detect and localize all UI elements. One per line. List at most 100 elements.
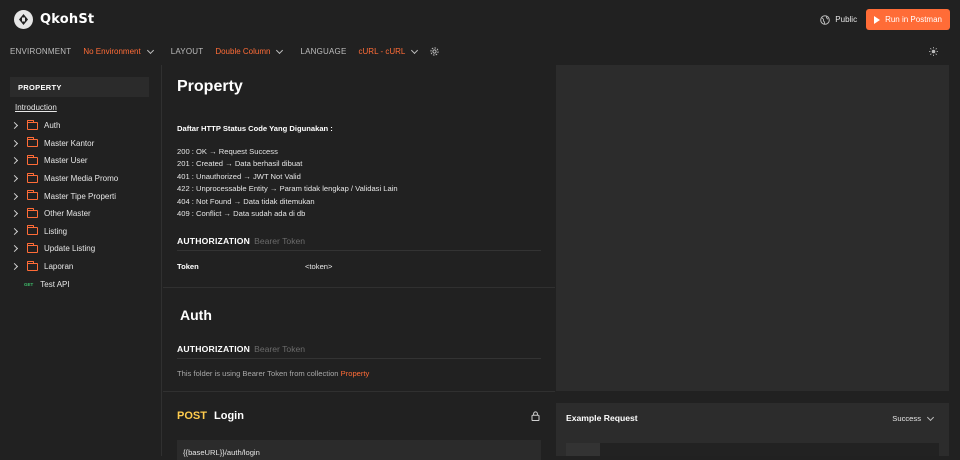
folder-authorization-header: AUTHORIZATION Bearer Token	[177, 344, 541, 359]
chevron-down-icon	[146, 46, 154, 54]
doc-toolbar: ENVIRONMENT No Environment LAYOUT Double…	[0, 38, 960, 65]
environment-value: No Environment	[83, 47, 141, 56]
main-content: Property Daftar HTTP Status Code Yang Di…	[163, 65, 555, 460]
request-name: Login	[214, 410, 244, 422]
chevron-right-icon	[10, 245, 19, 253]
sidebar-item-test-api[interactable]: GET Test API	[0, 275, 161, 293]
sidebar-folder-list: Auth Master Kantor Master User Master Media…	[0, 117, 161, 275]
folder-icon	[27, 207, 38, 218]
sidebar-folder-item[interactable]: Master Media Promo	[0, 170, 161, 188]
sidebar-item-introduction[interactable]: Introduction	[15, 103, 161, 117]
status-code-line: 401 : Unauthorized → JWT Not Valid	[177, 171, 301, 181]
chevron-down-icon	[276, 46, 284, 54]
code-language-tab[interactable]	[566, 443, 600, 456]
environment-label: ENVIRONMENT	[10, 47, 72, 56]
status-code-line: 409 : Conflict → Data sudah ada di db	[177, 209, 306, 219]
sidebar-item-label: Master Kantor	[44, 138, 95, 148]
chevron-right-icon	[10, 157, 19, 165]
example-request-title: Example Request	[566, 413, 638, 423]
sidebar-folder-item[interactable]: Auth	[0, 117, 161, 135]
folder-icon	[27, 190, 38, 201]
folder-icon	[27, 260, 38, 271]
examples-panel	[556, 65, 949, 391]
chevron-down-icon	[411, 46, 419, 54]
visibility-label: Public	[835, 15, 858, 24]
sidebar-folder-item[interactable]: Update Listing	[0, 240, 161, 258]
language-select[interactable]: cURL - cURL	[358, 46, 419, 56]
folder-icon	[27, 119, 38, 130]
sidebar-item-label: Master User	[44, 156, 88, 166]
sidebar: PROPERTY Introduction Auth Master Kantor M…	[0, 65, 162, 456]
language-label: LANGUAGE	[300, 47, 347, 56]
status-code-list: 200 : OK → Request Success 201 : Created …	[177, 146, 398, 220]
authorization-label: AUTHORIZATION	[177, 344, 251, 354]
play-icon	[874, 15, 881, 24]
token-value: <token>	[305, 262, 333, 271]
folder-icon	[27, 154, 38, 165]
chevron-right-icon	[10, 175, 19, 183]
layout-value: Double Column	[215, 47, 271, 56]
chevron-down-icon	[926, 413, 935, 421]
status-code-line: 200 : OK → Request Success	[177, 147, 278, 156]
folder-icon	[27, 225, 38, 236]
authorization-type: Bearer Token	[254, 344, 306, 354]
language-value: cURL - cURL	[358, 47, 406, 56]
collection-link[interactable]: Property	[341, 369, 370, 378]
method-badge-get: GET	[24, 281, 34, 287]
method-badge-post: POST	[177, 410, 207, 422]
layout-label: LAYOUT	[170, 47, 204, 56]
run-button-label: Run in Postman	[885, 15, 942, 24]
folder-icon	[27, 172, 38, 183]
folder-title: Auth	[180, 307, 212, 323]
logo-icon[interactable]	[14, 9, 33, 29]
collection-authorization-header: AUTHORIZATION Bearer Token	[177, 236, 541, 251]
folder-note-text: This folder is using Bearer Token from c…	[177, 369, 341, 378]
run-in-postman-button[interactable]: Run in Postman	[866, 9, 950, 30]
settings-gear-icon[interactable]	[429, 46, 440, 57]
authorization-type: Bearer Token	[254, 236, 306, 246]
sidebar-item-label: Auth	[44, 121, 61, 131]
sidebar-item-label: Laporan	[44, 262, 74, 272]
sidebar-item-label: Test API	[40, 279, 70, 289]
status-code-line: 201 : Created → Data berhasil dibuat	[177, 159, 303, 169]
example-request-panel: Example Request Success	[556, 403, 949, 456]
page-title: Property	[177, 78, 243, 95]
status-code-line: 422 : Unprocessable Entity → Param tidak…	[177, 184, 398, 194]
folder-auth-note: This folder is using Bearer Token from c…	[177, 369, 369, 378]
sidebar-folder-item[interactable]: Master Tipe Properti	[0, 187, 161, 205]
lock-icon	[531, 411, 540, 423]
sidebar-heading[interactable]: PROPERTY	[10, 77, 149, 97]
section-divider	[163, 287, 555, 288]
folder-icon	[27, 242, 38, 253]
sidebar-folder-item[interactable]: Laporan	[0, 258, 161, 276]
sidebar-item-label: Master Tipe Properti	[44, 191, 117, 201]
authorization-label: AUTHORIZATION	[177, 236, 251, 246]
chevron-right-icon	[10, 139, 19, 147]
sidebar-folder-item[interactable]: Other Master	[0, 205, 161, 223]
chevron-right-icon	[10, 122, 19, 130]
top-bar: QkohSt Public Run in Postman	[0, 0, 960, 38]
status-code-line: 404 : Not Found → Data tidak ditemukan	[177, 196, 315, 206]
example-select[interactable]: Success	[892, 413, 935, 423]
sidebar-folder-item[interactable]: Listing	[0, 223, 161, 241]
description-heading: Daftar HTTP Status Code Yang Digunakan :	[177, 124, 333, 133]
example-selected-value: Success	[892, 414, 921, 423]
sidebar-folder-item[interactable]: Master User	[0, 152, 161, 170]
layout-select[interactable]: Double Column	[215, 46, 284, 56]
example-code-block	[566, 443, 939, 456]
folder-icon	[27, 137, 38, 148]
visibility-indicator: Public	[820, 14, 858, 25]
sidebar-folder-item[interactable]: Master Kantor	[0, 135, 161, 153]
theme-sun-icon[interactable]	[929, 47, 938, 58]
brand-name[interactable]: QkohSt	[40, 12, 94, 27]
sidebar-item-label: Update Listing	[44, 244, 96, 254]
globe-icon	[820, 14, 831, 25]
chevron-right-icon	[10, 227, 19, 235]
request-url[interactable]: {{baseURL}}/auth/login	[177, 440, 541, 460]
sidebar-item-label: Master Media Promo	[44, 174, 119, 184]
token-key: Token	[177, 262, 199, 271]
environment-select[interactable]: No Environment	[83, 46, 154, 56]
chevron-right-icon	[10, 192, 19, 200]
chevron-right-icon	[10, 263, 19, 271]
chevron-right-icon	[10, 210, 19, 218]
